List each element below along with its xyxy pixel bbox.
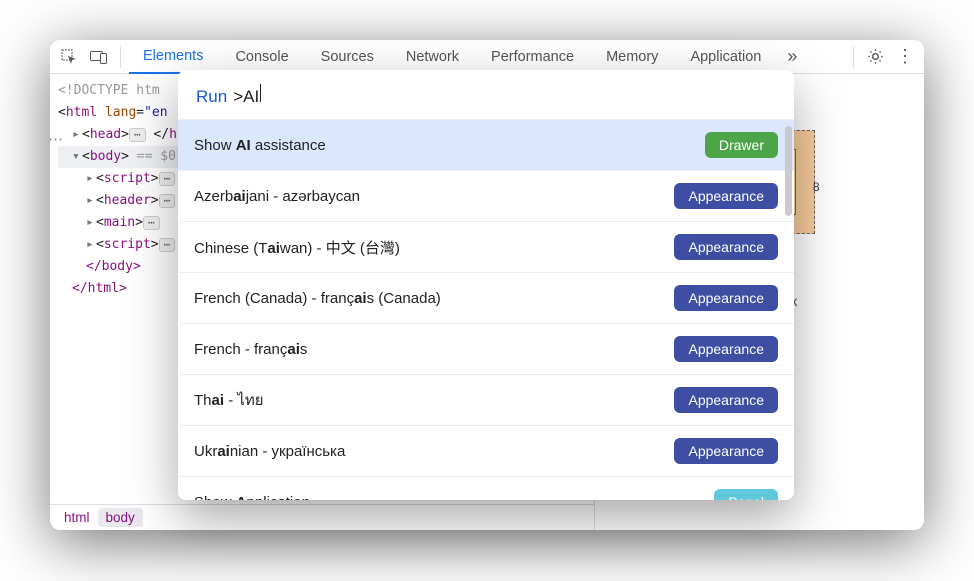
tab-application[interactable]: Application — [676, 40, 775, 74]
device-toggle-icon[interactable] — [86, 44, 112, 70]
command-item-badge: Drawer — [705, 132, 778, 158]
command-item-label: Thai - ไทย — [194, 388, 664, 412]
tab-memory[interactable]: Memory — [592, 40, 672, 74]
tab-console[interactable]: Console — [221, 40, 302, 74]
command-item-badge: Appearance — [674, 183, 778, 209]
command-item[interactable]: Show Application Panel — [178, 477, 794, 500]
command-item-label: Show Application — [194, 494, 704, 501]
text-caret — [260, 84, 261, 102]
command-item[interactable]: French - français Appearance — [178, 324, 794, 375]
tab-elements[interactable]: Elements — [129, 40, 217, 74]
tab-network[interactable]: Network — [392, 40, 473, 74]
command-list: Show AI assistance Drawer Azerbaijani - az… — [178, 120, 794, 500]
command-query: >AI — [233, 87, 259, 107]
crumb-body[interactable]: body — [98, 508, 143, 527]
command-item[interactable]: French (Canada) - français (Canada) Appea… — [178, 273, 794, 324]
more-tabs-icon[interactable]: » — [779, 44, 805, 70]
command-item-badge: Appearance — [674, 438, 778, 464]
command-item-label: Show AI assistance — [194, 137, 695, 154]
box-model-margin-right: 8 — [805, 170, 828, 194]
tab-performance[interactable]: Performance — [477, 40, 588, 74]
command-item-label: Azerbaijani - azərbaycan — [194, 188, 664, 205]
command-item[interactable]: Ukrainian - українська Appearance — [178, 426, 794, 477]
command-item-label: Chinese (Taiwan) - 中文 (台灣) — [194, 237, 664, 258]
command-item[interactable]: Azerbaijani - azərbaycan Appearance — [178, 171, 794, 222]
command-prefix: Run — [196, 87, 227, 107]
separator — [120, 46, 121, 68]
command-item-badge: Appearance — [674, 387, 778, 413]
command-item-badge: Appearance — [674, 234, 778, 260]
scrollbar[interactable] — [785, 126, 792, 216]
command-item[interactable]: Thai - ไทย Appearance — [178, 375, 794, 426]
command-item[interactable]: Show AI assistance Drawer — [178, 120, 794, 171]
tab-sources[interactable]: Sources — [307, 40, 388, 74]
command-item-label: Ukrainian - українська — [194, 443, 664, 460]
kebab-menu-icon[interactable]: ⋮ — [892, 44, 918, 70]
main-tabbar: Elements Console Sources Network Perform… — [50, 40, 924, 74]
command-palette: Run >AI Show AI assistance Drawer Azerbaij… — [178, 70, 794, 500]
crumb-html[interactable]: html — [56, 508, 98, 527]
command-item[interactable]: Chinese (Taiwan) - 中文 (台灣) Appearance — [178, 222, 794, 273]
gutter-dots-icon: ⋯ — [50, 130, 65, 148]
gear-icon[interactable] — [862, 44, 888, 70]
command-item-label: French - français — [194, 341, 664, 358]
command-item-badge: Appearance — [674, 336, 778, 362]
command-item-badge: Appearance — [674, 285, 778, 311]
command-input[interactable]: Run >AI — [178, 70, 794, 120]
inspect-icon[interactable] — [56, 44, 82, 70]
command-item-badge: Panel — [714, 489, 778, 500]
command-item-label: French (Canada) - français (Canada) — [194, 290, 664, 307]
breadcrumb: html body — [50, 504, 594, 530]
separator — [853, 46, 854, 68]
